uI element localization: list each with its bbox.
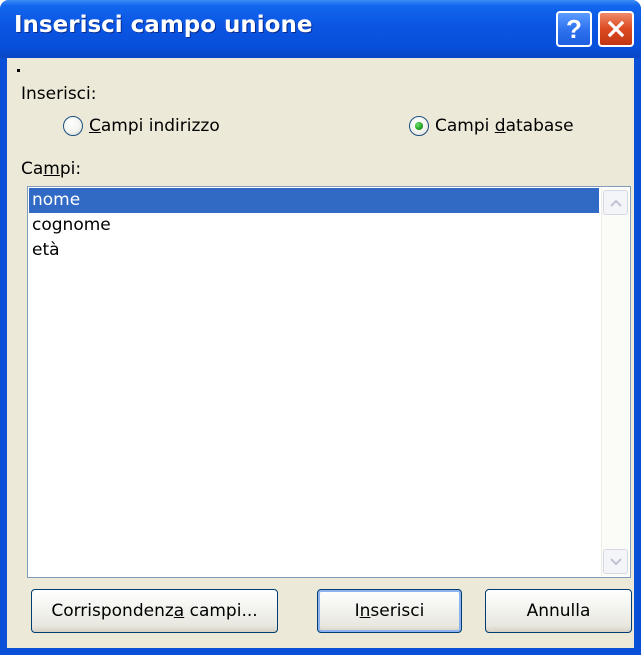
fields-label: Campi: bbox=[21, 159, 82, 179]
dialog-body: Inserisci: Campi indirizzo Campi databas… bbox=[7, 58, 634, 648]
title-bar[interactable]: Inserisci campo unione ? bbox=[0, 0, 641, 58]
list-item[interactable]: cognome bbox=[29, 213, 599, 238]
help-icon: ? bbox=[566, 14, 582, 44]
insert-label: Inserisci bbox=[354, 601, 425, 621]
insert-group-label: Inserisci: bbox=[21, 84, 97, 104]
radio-address-fields-circle[interactable] bbox=[63, 116, 83, 136]
scroll-up-button[interactable] bbox=[603, 190, 628, 215]
scroll-down-button[interactable] bbox=[603, 549, 628, 574]
list-item[interactable]: nome bbox=[29, 188, 599, 213]
radio-database-fields-label: Campi database bbox=[435, 116, 574, 136]
radio-address-fields[interactable]: Campi indirizzo bbox=[63, 116, 220, 136]
radio-database-fields[interactable]: Campi database bbox=[409, 116, 574, 136]
dialog-title: Inserisci campo unione bbox=[14, 12, 313, 38]
fields-list: nome cognome età bbox=[29, 188, 599, 263]
insert-button[interactable]: Inserisci bbox=[317, 589, 462, 633]
match-fields-label: Corrispondenza campi... bbox=[51, 601, 258, 621]
fields-listbox[interactable]: nome cognome età bbox=[27, 186, 631, 578]
close-icon bbox=[607, 20, 625, 38]
vertical-scrollbar[interactable] bbox=[601, 188, 629, 576]
list-item[interactable]: età bbox=[29, 238, 599, 263]
focus-dot bbox=[17, 69, 20, 72]
help-button[interactable]: ? bbox=[556, 11, 592, 47]
chevron-down-icon bbox=[609, 557, 622, 565]
chevron-up-icon bbox=[609, 199, 622, 207]
match-fields-button[interactable]: Corrispondenza campi... bbox=[31, 589, 278, 633]
dialog-window: Inserisci campo unione ? Inserisci: Camp… bbox=[0, 0, 641, 655]
radio-address-fields-label: Campi indirizzo bbox=[89, 116, 220, 136]
radio-selected-dot bbox=[415, 122, 423, 130]
radio-database-fields-circle[interactable] bbox=[409, 116, 429, 136]
cancel-button[interactable]: Annulla bbox=[485, 589, 632, 633]
close-button[interactable] bbox=[598, 11, 634, 47]
